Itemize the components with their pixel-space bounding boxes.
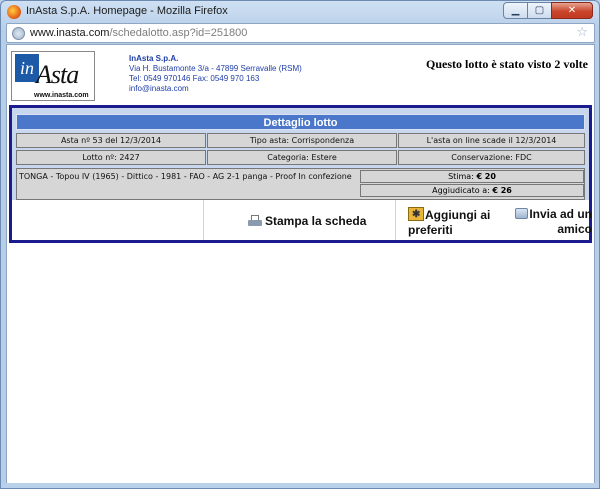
url-domain: www.inasta.com <box>30 27 110 39</box>
company-info: InAsta S.p.A. Via H. Bustamonte 3/a - 47… <box>129 54 302 94</box>
company-email: info@inasta.com <box>129 84 189 93</box>
auction-expiry: L'asta on line scade il 12/3/2014 <box>398 133 585 148</box>
lot-detail-inner: Dettaglio lotto Asta nº 53 del 12/3/2014… <box>12 108 592 240</box>
maximize-button[interactable]: ▢ <box>527 2 552 19</box>
print-label: Stampa la scheda <box>265 214 367 228</box>
minimize-icon: ▁ <box>511 5 520 16</box>
close-icon: ✕ <box>567 5 577 16</box>
address-bar[interactable]: www.inasta.com/schedalotto.asp?id=251800… <box>6 23 595 43</box>
url-path: /schedalotto.asp?id=251800 <box>109 27 248 39</box>
send-mail-icon <box>515 208 529 219</box>
lot-category: Categoria: Estere <box>207 150 397 165</box>
globe-icon <box>12 27 25 40</box>
page-content: in Asta www.inasta.com InAsta S.p.A. Via… <box>6 44 595 485</box>
estimate: Stima: € 20 <box>360 170 584 183</box>
estimate-label: Stima: <box>448 172 474 181</box>
title-bar: InAsta S.p.A. Homepage - Mozilla Firefox… <box>1 1 599 23</box>
window-title: InAsta S.p.A. Homepage - Mozilla Firefox <box>26 5 228 17</box>
send-label: Invia ad un amico <box>529 207 592 236</box>
auction-number: Asta nº 53 del 12/3/2014 <box>16 133 206 148</box>
firefox-icon <box>7 5 21 19</box>
browser-window: InAsta S.p.A. Homepage - Mozilla Firefox… <box>0 0 600 489</box>
send-to-friend-button[interactable]: Invia ad un amico <box>512 207 592 237</box>
maximize-icon: ▢ <box>534 5 545 16</box>
close-button[interactable]: ✕ <box>551 2 593 19</box>
printer-icon <box>248 214 262 228</box>
estimate-value: € 20 <box>476 172 496 181</box>
hammer-price-value: € 26 <box>492 186 512 195</box>
hammer-price: Aggiudicato a: € 26 <box>360 184 584 197</box>
company-name: InAsta S.p.A. <box>129 54 179 63</box>
lot-detail-panel: Dettaglio lotto Asta nº 53 del 12/3/2014… <box>9 105 592 243</box>
company-phone: Tel: 0549 970146 Fax: 0549 970 163 <box>129 74 260 83</box>
lot-number: Lotto nº: 2427 <box>16 150 206 165</box>
window-controls: ▁ ▢ ✕ <box>503 2 593 20</box>
logo-domain: www.inasta.com <box>34 92 89 99</box>
inasta-logo[interactable]: in Asta www.inasta.com <box>11 51 95 101</box>
favorites-folder-icon <box>408 207 424 222</box>
hammer-price-label: Aggiudicato a: <box>432 186 490 195</box>
lot-condition: Conservazione: FDC <box>398 150 585 165</box>
minimize-button[interactable]: ▁ <box>503 2 528 19</box>
actions-row: Stampa la scheda Aggiungi ai preferiti I… <box>12 200 592 240</box>
lot-description-box: TONGA - Topou IV (1965) - Dittico - 1981… <box>16 168 585 200</box>
lot-description: TONGA - Topou IV (1965) - Dittico - 1981… <box>19 172 352 181</box>
panel-title: Dettaglio lotto <box>16 114 585 130</box>
url-text[interactable]: www.inasta.com/schedalotto.asp?id=251800 <box>30 27 247 39</box>
actions-empty-cell <box>12 200 204 240</box>
page-header: in Asta www.inasta.com InAsta S.p.A. Via… <box>7 45 594 105</box>
window-bottom-border <box>1 483 599 488</box>
bookmark-star-icon[interactable]: ☆ <box>576 25 588 40</box>
company-address: Via H. Bustamonte 3/a - 47899 Serravalle… <box>129 64 302 73</box>
print-button[interactable]: Stampa la scheda <box>248 214 366 228</box>
view-count: Questo lotto è stato visto 2 volte <box>426 57 588 71</box>
auction-type: Tipo asta: Corrispondenza <box>207 133 397 148</box>
logo-asta-text: Asta <box>36 60 79 89</box>
add-favorites-button[interactable]: Aggiungi ai preferiti <box>408 207 504 238</box>
